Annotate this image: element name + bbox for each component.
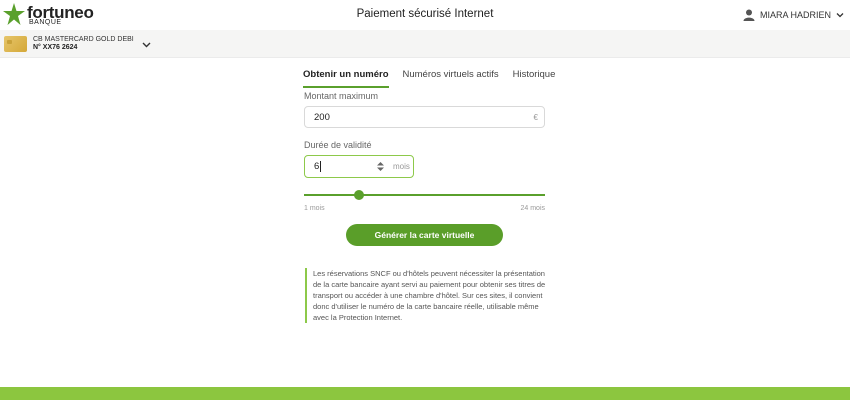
card-number: N° XX76 2624 [33, 44, 78, 51]
chevron-down-icon [142, 42, 151, 47]
slider-min-label: 1 mois [304, 205, 325, 212]
duration-unit: mois [393, 162, 410, 171]
amount-value: 200 [314, 112, 330, 123]
slider-range-labels: 1 mois 24 mois [304, 205, 545, 212]
slider-track[interactable] [304, 194, 545, 196]
footer-bar [0, 387, 850, 400]
slider-thumb[interactable] [354, 190, 364, 200]
text-cursor [320, 161, 321, 172]
duration-value: 6 [314, 161, 320, 172]
sub-navigation-bar: CB MASTERCARD GOLD DEBI N° XX76 2624 Obt… [0, 30, 850, 88]
chevron-down-icon [836, 13, 844, 18]
slider-max-label: 24 mois [520, 205, 545, 212]
duration-row: 6 mois [304, 155, 545, 178]
credit-card-icon [4, 36, 27, 52]
virtual-card-form: Montant maximum 200 € Durée de validité … [304, 91, 545, 212]
duration-label: Durée de validité [304, 140, 372, 150]
top-header: fortuneo BANQUE Paiement sécurisé Intern… [0, 0, 850, 30]
tab-obtenir-numero[interactable]: Obtenir un numéro [303, 60, 389, 88]
number-spinner-icon[interactable] [377, 162, 384, 171]
card-name: CB MASTERCARD GOLD DEBI [33, 36, 134, 43]
card-info: CB MASTERCARD GOLD DEBI N° XX76 2624 [33, 36, 134, 52]
info-notice: Les réservations SNCF ou d'hôtels peuven… [305, 268, 549, 323]
tab-historique[interactable]: Historique [513, 60, 556, 88]
currency-unit: € [533, 113, 538, 122]
card-selector[interactable]: CB MASTERCARD GOLD DEBI N° XX76 2624 [4, 36, 151, 52]
duration-input[interactable]: 6 mois [304, 155, 414, 178]
amount-input[interactable]: 200 € [304, 106, 545, 128]
duration-slider[interactable] [304, 190, 545, 200]
user-icon [743, 9, 755, 21]
user-name: MIARA HADRIEN [759, 10, 831, 20]
user-menu[interactable]: MIARA HADRIEN [743, 9, 844, 21]
page-title: Paiement sécurisé Internet [356, 8, 494, 20]
logo-subtitle: BANQUE [29, 19, 62, 26]
generate-virtual-card-button[interactable]: Générer la carte virtuelle [346, 224, 503, 246]
amount-label: Montant maximum [304, 91, 379, 101]
tab-numeros-virtuels-actifs[interactable]: Numéros virtuels actifs [403, 60, 499, 88]
tab-bar: Obtenir un numéro Numéros virtuels actif… [303, 60, 569, 88]
